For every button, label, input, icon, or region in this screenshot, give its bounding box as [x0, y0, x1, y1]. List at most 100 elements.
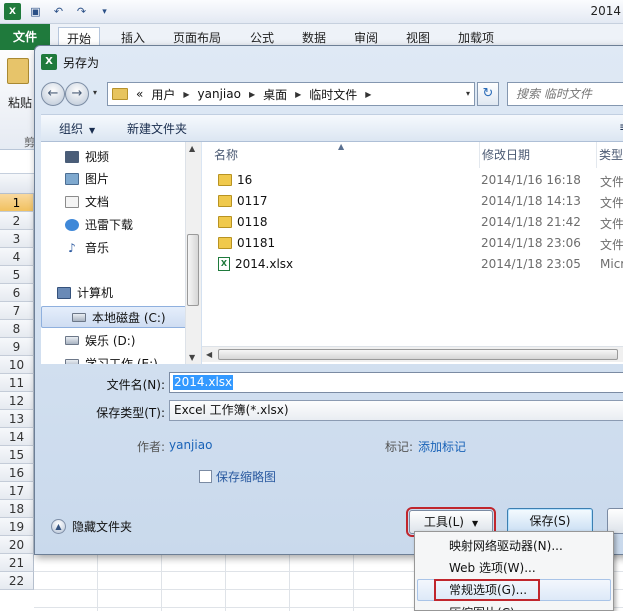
row-header[interactable]: 15 [0, 446, 34, 464]
row-header[interactable]: 11 [0, 374, 34, 392]
file-row[interactable]: X 2014.xlsx 2014/1/18 23:05 Micr [202, 254, 623, 275]
chevron-right-icon[interactable]: ▶ [183, 90, 189, 99]
save-thumbnail-checkbox[interactable] [199, 470, 212, 483]
nav-item-xunlei[interactable]: 迅雷下载 [65, 216, 133, 233]
menu-item-map-network-drive[interactable]: 映射网络驱动器(N)... [417, 535, 611, 557]
scrollbar-thumb[interactable] [187, 234, 199, 306]
forward-button[interactable]: → [65, 82, 89, 106]
chevron-right-icon[interactable]: ▶ [295, 90, 301, 99]
scroll-up-icon[interactable]: ▲ [189, 144, 195, 153]
scrollbar-thumb[interactable] [218, 349, 618, 360]
chevron-right-icon[interactable]: ▶ [249, 90, 255, 99]
row-header[interactable]: 2 [0, 212, 34, 230]
breadcrumb-temp-files[interactable]: 临时文件 [309, 86, 357, 103]
row-header[interactable]: 6 [0, 284, 34, 302]
nav-item-label: 学习工作 (E:) [85, 357, 158, 364]
nav-item-computer[interactable]: 计算机 [57, 284, 113, 301]
nav-item-music[interactable]: ♪ 音乐 [65, 239, 109, 256]
paste-label[interactable]: 粘贴 [8, 94, 32, 111]
row-header[interactable]: 16 [0, 464, 34, 482]
row-header[interactable]: 9 [0, 338, 34, 356]
view-options-icon[interactable]: ≡ [619, 120, 623, 134]
new-folder-button[interactable]: 新建文件夹 [127, 120, 187, 137]
sort-ascending-icon: ▲ [338, 142, 345, 151]
save-thumbnail-label[interactable]: 保存缩略图 [216, 468, 276, 485]
row-header[interactable]: 1 [0, 194, 34, 212]
row-header[interactable]: 3 [0, 230, 34, 248]
file-date: 2014/1/18 23:06 [481, 236, 581, 250]
nav-item-pictures[interactable]: 图片 [65, 170, 109, 187]
nav-item-label: 音乐 [85, 241, 110, 255]
nav-pane-scrollbar[interactable]: ▲ ▼ [185, 142, 201, 364]
file-row[interactable]: 0117 2014/1/18 14:13 文件 [202, 191, 623, 212]
filetype-select[interactable]: Excel 工作簿(*.xlsx) [169, 400, 623, 421]
file-list[interactable]: ▲ 名称 修改日期 类型 16 2014/1/16 16:18 文件 0117 2014… [202, 142, 623, 364]
row-header[interactable]: 22 [0, 572, 34, 590]
column-header-name[interactable]: 名称 [214, 142, 238, 168]
nav-item-documents[interactable]: 文档 [65, 193, 109, 210]
row-header[interactable]: 18 [0, 500, 34, 518]
hide-folders-button[interactable]: ▲ 隐藏文件夹 [51, 518, 132, 535]
nav-item-local-disk-c[interactable]: 本地磁盘 (C:) [41, 306, 189, 328]
save-icon[interactable]: ▣ [27, 3, 44, 20]
file-row[interactable]: 0118 2014/1/18 21:42 文件 [202, 212, 623, 233]
row-header[interactable]: 7 [0, 302, 34, 320]
nav-item-label: 文档 [85, 195, 110, 209]
redo-icon[interactable]: ↷ [73, 3, 90, 20]
scroll-left-icon[interactable]: ◀ [206, 350, 212, 359]
column-header-date[interactable]: 修改日期 [479, 142, 530, 168]
breadcrumb-overflow[interactable]: « [136, 87, 143, 101]
search-input[interactable] [508, 83, 623, 105]
customize-icon[interactable]: ▾ [96, 3, 113, 20]
menu-item-compress-pictures[interactable]: 压缩图片(C)... [417, 602, 611, 610]
file-list-hscrollbar[interactable]: ◀ [202, 346, 623, 362]
folder-icon [218, 174, 232, 186]
address-bar[interactable]: « 用户 ▶ yanjiao ▶ 桌面 ▶ 临时文件 ▶ ▾ [107, 82, 475, 106]
row-header[interactable]: 4 [0, 248, 34, 266]
menu-item-web-options[interactable]: Web 选项(W)... [417, 557, 611, 579]
row-header[interactable]: 19 [0, 518, 34, 536]
row-header[interactable]: 5 [0, 266, 34, 284]
add-tags-link[interactable]: 添加标记 [418, 438, 466, 455]
address-dropdown-icon[interactable]: ▾ [466, 89, 470, 98]
column-header-type[interactable]: 类型 [596, 142, 623, 168]
organize-button[interactable]: 组织 ▼ [59, 120, 95, 137]
nav-item-disk-e[interactable]: 学习工作 (E:) [65, 355, 158, 364]
file-type: 文件 [600, 238, 623, 252]
row-header[interactable]: 13 [0, 410, 34, 428]
file-row[interactable]: 16 2014/1/16 16:18 文件 [202, 170, 623, 191]
search-box[interactable] [507, 82, 623, 106]
file-row[interactable]: 01181 2014/1/18 23:06 文件 [202, 233, 623, 254]
paste-icon[interactable] [7, 58, 29, 84]
menu-item-general-options[interactable]: 常规选项(G)... [417, 579, 611, 601]
author-value[interactable]: yanjiao [169, 438, 212, 452]
navigation-row: ← → ▾ « 用户 ▶ yanjiao ▶ 桌面 ▶ 临时文件 ▶ ▾ ↻ [41, 80, 623, 108]
row-header[interactable]: 14 [0, 428, 34, 446]
breadcrumb-yanjiao[interactable]: yanjiao [198, 87, 241, 101]
filename-value[interactable]: 2014.xlsx [173, 375, 234, 390]
breadcrumb-desktop[interactable]: 桌面 [263, 86, 287, 103]
file-type: 文件 [600, 217, 623, 231]
breadcrumb-users[interactable]: 用户 [151, 86, 175, 103]
file-name-text: 16 [237, 173, 253, 187]
row-header[interactable]: 12 [0, 392, 34, 410]
recent-locations-icon[interactable]: ▾ [93, 88, 97, 97]
row-header[interactable]: 17 [0, 482, 34, 500]
file-name-text: 2014.xlsx [235, 257, 294, 271]
row-header[interactable]: 21 [0, 554, 34, 572]
dialog-title-bar[interactable]: X 另存为 [35, 46, 623, 78]
nav-item-label: 计算机 [77, 286, 114, 300]
chevron-right-icon[interactable]: ▶ [365, 90, 371, 99]
navigation-pane[interactable]: 视频 图片 文档 迅雷下载 ♪ 音乐 计算机 本地磁盘 (C:) 娱乐 (D:) … [41, 142, 201, 364]
scroll-down-icon[interactable]: ▼ [189, 353, 195, 362]
back-button[interactable]: ← [41, 82, 65, 106]
row-header[interactable]: 8 [0, 320, 34, 338]
row-header[interactable]: 20 [0, 536, 34, 554]
nav-item-videos[interactable]: 视频 [65, 148, 109, 165]
nav-item-disk-d[interactable]: 娱乐 (D:) [65, 332, 135, 349]
row-header[interactable]: 10 [0, 356, 34, 374]
file-type: Micr [600, 257, 623, 271]
refresh-button[interactable]: ↻ [477, 82, 499, 106]
undo-icon[interactable]: ↶ [50, 3, 67, 20]
filename-field[interactable]: 2014.xlsx [169, 372, 623, 393]
